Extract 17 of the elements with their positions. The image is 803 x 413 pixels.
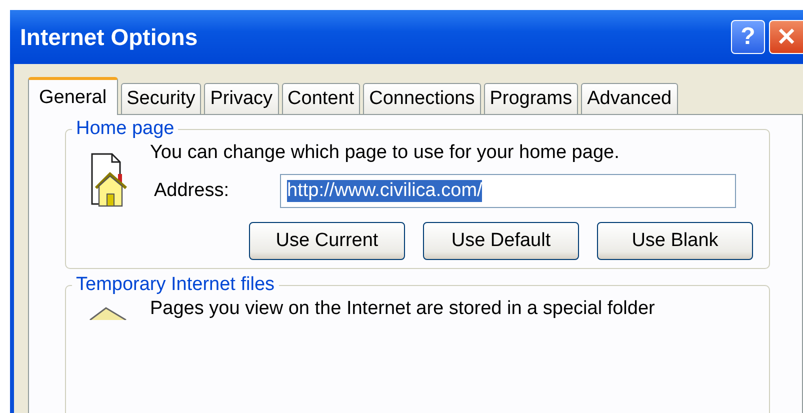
group-legend: Temporary Internet files [72,274,279,296]
group-legend: Home page [72,118,178,140]
push-button[interactable]: Use Default [423,222,579,260]
tab[interactable]: Privacy [204,83,279,114]
tab[interactable]: General [28,77,118,115]
push-button[interactable]: Use Blank [597,222,753,260]
push-button[interactable]: Use Current [249,222,405,260]
tab[interactable]: Security [120,83,202,114]
tab[interactable]: Advanced [581,83,678,114]
home-page-description: You can change which page to use for your home page. [150,142,620,164]
window-title: Internet Options [20,24,198,50]
tab[interactable]: Content [282,83,360,114]
temporary-files-description: Pages you view on the Internet are stored in a special folder [150,298,655,320]
address-field[interactable]: http://www.civilica.com/ [280,174,736,208]
address-label: Address: [153,180,230,202]
tab[interactable]: Programs [484,83,578,114]
tab[interactable]: Connections [363,83,481,114]
